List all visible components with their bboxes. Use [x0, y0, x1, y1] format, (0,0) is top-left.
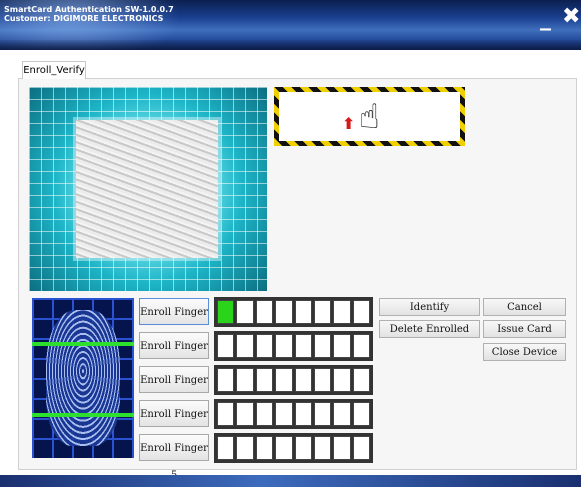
- enroll-finger-5-button[interactable]: Enroll Finger 5: [139, 434, 209, 481]
- minimize-button[interactable]: _: [540, 8, 551, 30]
- progress-segment: [333, 300, 351, 324]
- progress-segment: [236, 436, 254, 460]
- fingerprint-sensor-view: [29, 87, 267, 291]
- progress-segment: [294, 368, 312, 392]
- enroll-progress-2: [214, 331, 373, 361]
- window-bottom-border: [0, 475, 581, 487]
- progress-segment: [275, 368, 293, 392]
- progress-segment: [313, 368, 332, 392]
- fingerprint-image: [76, 120, 218, 258]
- title-bar: SmartCard Authentication SW-1.0.0.7 Cust…: [0, 0, 581, 50]
- enroll-finger-4-button[interactable]: Enroll Finger 4: [139, 400, 209, 447]
- progress-segment: [333, 436, 351, 460]
- pointing-hand-icon: ☝: [359, 97, 380, 137]
- enroll-progress-3: [214, 365, 373, 395]
- fingerprint-icon: [46, 310, 120, 446]
- progress-segment: [236, 300, 254, 324]
- enroll-progress-4: [214, 399, 373, 429]
- progress-segment: [255, 402, 274, 426]
- progress-segment: [352, 402, 370, 426]
- progress-segment: [294, 402, 312, 426]
- progress-segment: [313, 436, 332, 460]
- hint-area: ⬆ ☝: [279, 92, 460, 141]
- identify-button[interactable]: Identify: [379, 298, 480, 316]
- progress-segment: [236, 334, 254, 358]
- progress-segment: [352, 368, 370, 392]
- progress-segment: [255, 300, 274, 324]
- tab-enroll-verify[interactable]: Enroll_Verify: [22, 61, 86, 79]
- progress-segment: [294, 334, 312, 358]
- customer-label: Customer: DIGIMORE ELECTRONICS: [4, 14, 164, 23]
- enroll-progress-5: [214, 433, 373, 463]
- progress-segment: [255, 334, 274, 358]
- progress-segment: [352, 436, 370, 460]
- progress-segment: [333, 402, 351, 426]
- progress-segment: [275, 402, 293, 426]
- progress-segment: [333, 334, 351, 358]
- up-arrow-icon: ⬆: [342, 114, 356, 133]
- placement-hint: ⬆ ☝: [274, 87, 465, 146]
- progress-segment: [313, 334, 332, 358]
- progress-segment: [352, 300, 370, 324]
- progress-segment: [333, 368, 351, 392]
- progress-segment: [236, 368, 254, 392]
- issue-card-button[interactable]: Issue Card: [483, 320, 566, 338]
- scan-line-top: [32, 342, 134, 346]
- enroll-finger-3-button[interactable]: Enroll Finger 3: [139, 366, 209, 413]
- progress-segment: [313, 300, 332, 324]
- progress-segment: [275, 334, 293, 358]
- progress-segment: [217, 436, 235, 460]
- delete-enrolled-button[interactable]: Delete Enrolled: [379, 320, 480, 338]
- fingerprint-thumbnail: [32, 298, 134, 458]
- progress-segment: [275, 436, 293, 460]
- progress-segment: [236, 402, 254, 426]
- enroll-progress-1: [214, 297, 373, 327]
- app-title: SmartCard Authentication SW-1.0.0.7: [4, 5, 174, 14]
- progress-segment: [255, 436, 274, 460]
- progress-segment: [294, 300, 312, 324]
- close-device-button[interactable]: Close Device: [483, 343, 566, 361]
- enroll-finger-1-button[interactable]: Enroll Finger 1: [139, 298, 209, 345]
- progress-segment: [217, 368, 235, 392]
- cancel-operation-button[interactable]: Cancel Operation: [483, 298, 566, 331]
- scan-line-bottom: [32, 413, 134, 417]
- progress-segment: [255, 368, 274, 392]
- progress-segment: [313, 402, 332, 426]
- close-button[interactable]: ✖: [562, 6, 580, 28]
- progress-segment: [275, 300, 293, 324]
- progress-segment: [217, 334, 235, 358]
- progress-segment: [294, 436, 312, 460]
- progress-segment: [217, 300, 235, 324]
- progress-segment: [352, 334, 370, 358]
- enroll-finger-2-button[interactable]: Enroll Finger 2: [139, 332, 209, 379]
- progress-segment: [217, 402, 235, 426]
